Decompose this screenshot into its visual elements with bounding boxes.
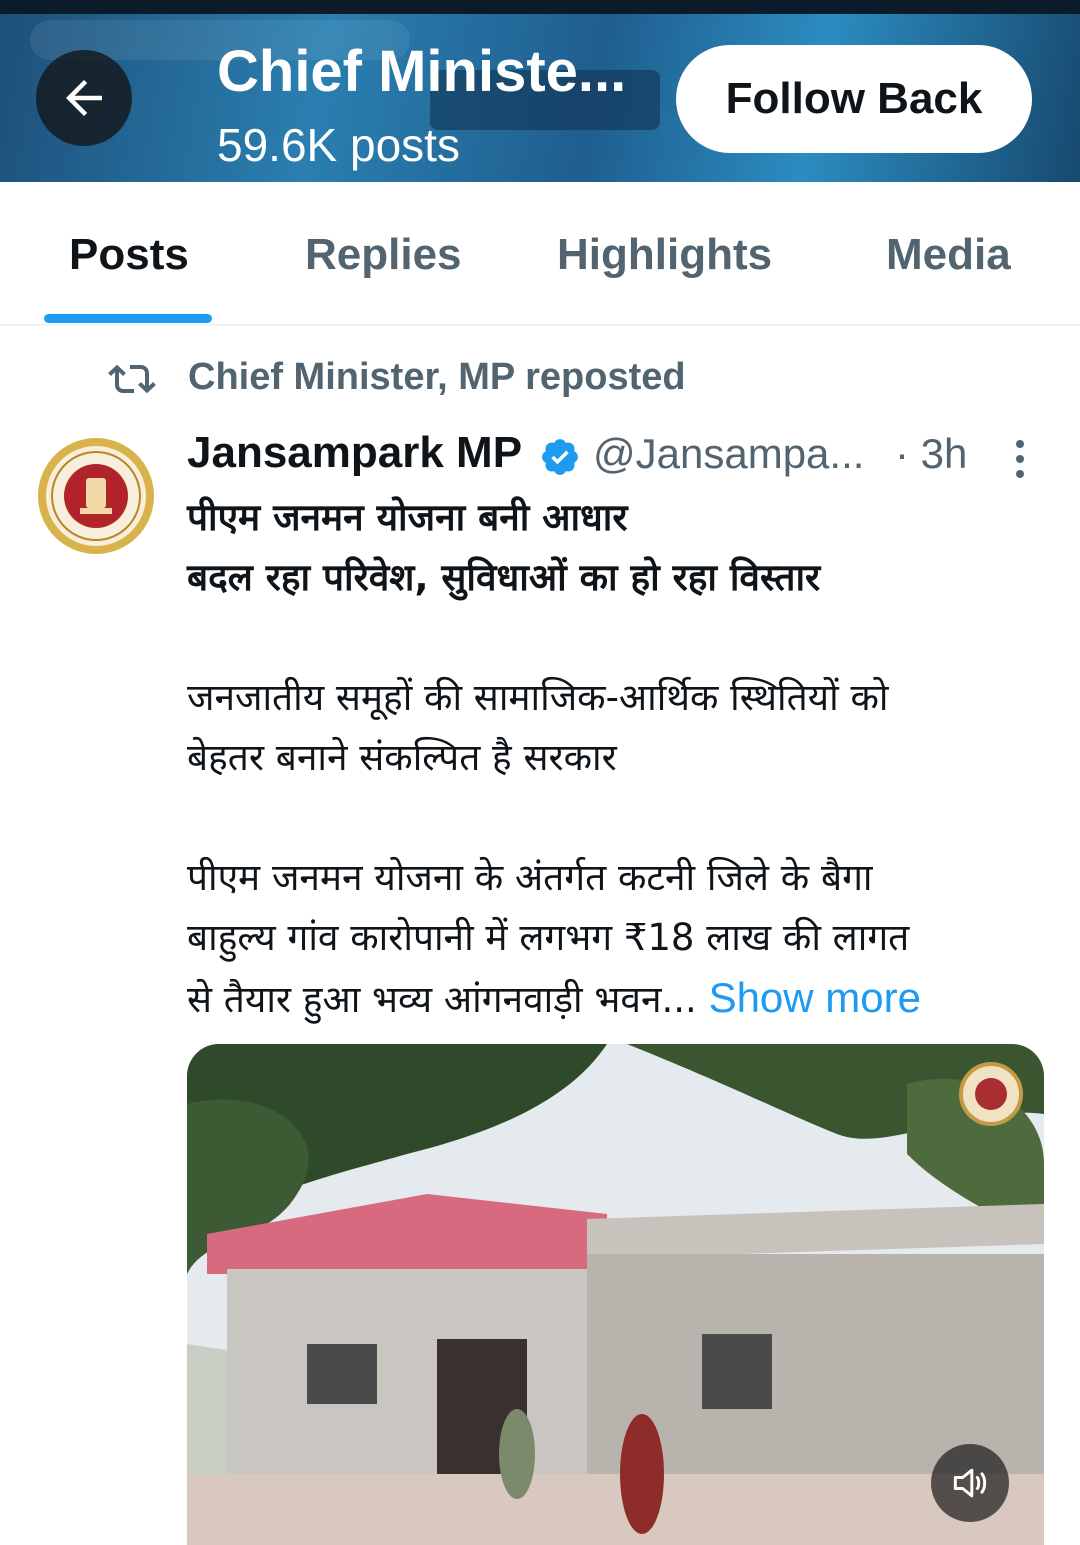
show-more-link[interactable]: Show more [709, 974, 921, 1021]
video-thumbnail [187, 1044, 1044, 1545]
post-paragraph2-line1: पीएम जनमन योजना के अंतर्गत कटनी जिले के … [187, 856, 873, 899]
back-button[interactable] [36, 50, 132, 146]
repost-context[interactable]: Chief Minister, MP reposted [108, 352, 686, 402]
follow-back-button[interactable]: Follow Back [676, 45, 1032, 153]
post-paragraph2-line3-text: से तैयार हुआ भव्य आंगनवाड़ी भवन... [187, 978, 697, 1021]
repost-label: Chief Minister, MP reposted [188, 355, 686, 398]
post-header: Jansampark MP @Jansampa... · 3h [187, 428, 1047, 484]
post-count: 59.6K posts [217, 119, 460, 171]
repost-icon [108, 364, 156, 394]
active-tab-indicator [44, 314, 212, 323]
post-text: पीएम जनमन योजना बनी आधार बदल रहा परिवेश,… [187, 488, 1037, 1030]
status-bar [0, 0, 1080, 14]
mute-toggle-button[interactable] [931, 1444, 1009, 1522]
author-avatar[interactable] [36, 436, 156, 556]
profile-title: Chief Ministe... [217, 39, 627, 104]
profile-header: Chief Ministe... 59.6K posts Follow Back [0, 0, 1080, 182]
post-time[interactable]: · 3h [895, 430, 967, 478]
post-paragraph2-line2: बाहुल्य गांव कारोपानी में लगभग ₹18 लाख क… [187, 916, 910, 959]
post-paragraph1-line2: बेहतर बनाने संकल्पित है सरकार [187, 736, 617, 779]
speaker-muted-icon [953, 1468, 987, 1498]
author-handle[interactable]: @Jansampa... [593, 430, 864, 478]
author-name[interactable]: Jansampark MP [187, 428, 522, 478]
post-paragraph2-line3: से तैयार हुआ भव्य आंगनवाड़ी भवन... Show … [187, 968, 1037, 1030]
tab-posts[interactable]: Posts [69, 230, 189, 280]
tab-media[interactable]: Media [886, 230, 1011, 280]
tab-highlights[interactable]: Highlights [557, 230, 772, 280]
tab-replies[interactable]: Replies [305, 230, 462, 280]
arrow-left-icon [66, 80, 102, 116]
post-video[interactable] [187, 1044, 1044, 1545]
post-headline-line2: बदल रहा परिवेश, सुविधाओं का हो रहा विस्त… [187, 556, 821, 599]
post-headline-line1: पीएम जनमन योजना बनी आधार [187, 496, 628, 539]
verified-badge-icon [542, 439, 578, 475]
more-options-icon[interactable] [1005, 434, 1035, 484]
post-paragraph1-line1: जनजातीय समूहों की सामाजिक-आर्थिक स्थितिय… [187, 676, 889, 719]
profile-tabs: Posts Replies Highlights Media [0, 182, 1080, 326]
